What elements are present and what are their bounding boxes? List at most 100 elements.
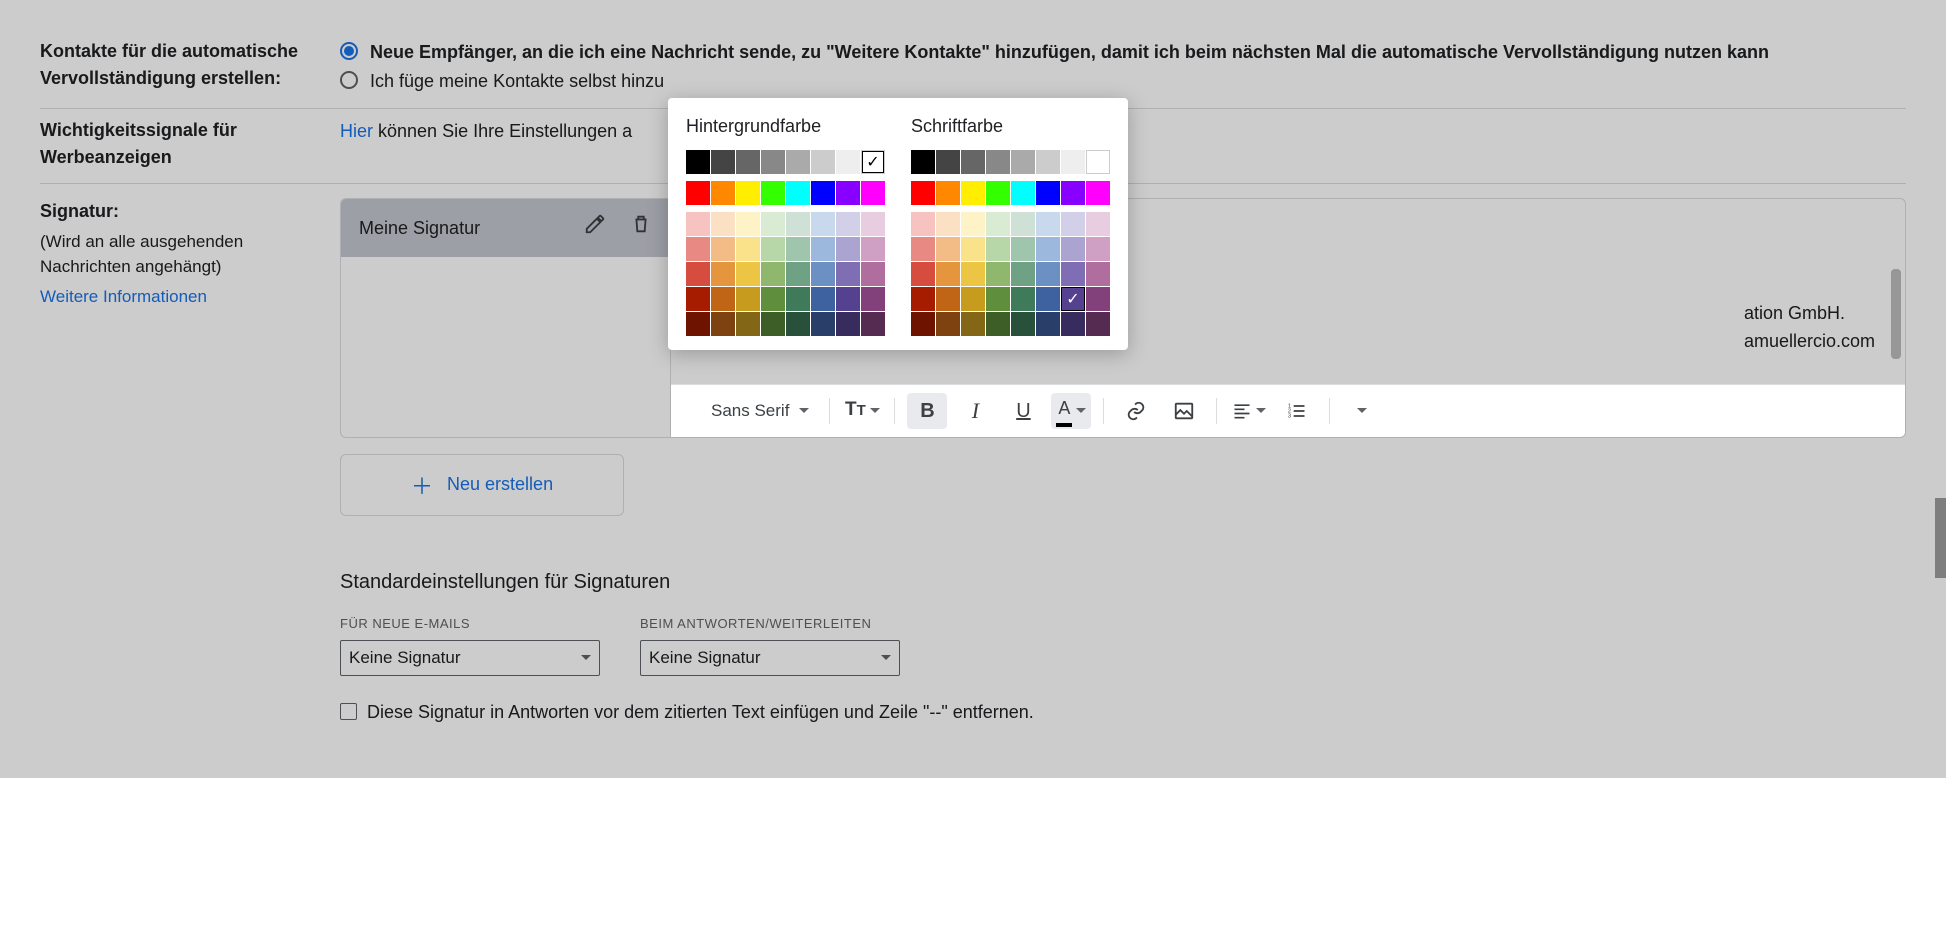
color-swatch[interactable] (811, 262, 835, 286)
color-swatch[interactable] (786, 312, 810, 336)
radio-option-manual-add[interactable]: Ich füge meine Kontakte selbst hinzu (340, 67, 1906, 96)
color-swatch[interactable] (1061, 262, 1085, 286)
color-swatch[interactable] (911, 150, 935, 174)
color-swatch[interactable] (1086, 150, 1110, 174)
color-swatch[interactable] (736, 150, 760, 174)
color-swatch[interactable] (761, 237, 785, 261)
color-swatch[interactable] (961, 212, 985, 236)
color-swatch[interactable] (811, 181, 835, 205)
color-swatch[interactable] (1061, 181, 1085, 205)
color-swatch[interactable] (686, 262, 710, 286)
color-swatch[interactable] (861, 287, 885, 311)
color-swatch[interactable] (961, 262, 985, 286)
color-swatch[interactable] (736, 181, 760, 205)
color-swatch[interactable] (786, 262, 810, 286)
color-swatch[interactable] (1011, 287, 1035, 311)
delete-icon[interactable] (630, 213, 652, 244)
color-swatch[interactable] (686, 212, 710, 236)
color-swatch[interactable] (1011, 262, 1035, 286)
color-swatch[interactable] (1061, 150, 1085, 174)
color-swatch[interactable] (986, 212, 1010, 236)
insert-before-quote-checkbox[interactable]: Diese Signatur in Antworten vor dem ziti… (340, 698, 1906, 727)
color-swatch[interactable] (861, 150, 885, 174)
font-size-button[interactable]: TT (842, 393, 882, 429)
color-swatch[interactable] (711, 181, 735, 205)
color-swatch[interactable] (861, 181, 885, 205)
create-signature-button[interactable]: ＋ Neu erstellen (340, 454, 624, 516)
color-swatch[interactable] (836, 212, 860, 236)
color-swatch[interactable] (1011, 212, 1035, 236)
color-swatch[interactable] (686, 287, 710, 311)
reply-select[interactable]: Keine Signatur (640, 640, 900, 675)
color-swatch[interactable] (1011, 312, 1035, 336)
color-swatch[interactable] (836, 181, 860, 205)
color-swatch[interactable] (936, 287, 960, 311)
color-swatch[interactable] (1036, 150, 1060, 174)
color-swatch[interactable] (836, 237, 860, 261)
color-swatch[interactable] (936, 237, 960, 261)
color-swatch[interactable] (786, 181, 810, 205)
text-color-button[interactable]: A (1051, 393, 1091, 429)
signature-item[interactable]: Meine Signatur (341, 199, 670, 258)
color-swatch[interactable] (711, 287, 735, 311)
color-swatch[interactable] (936, 181, 960, 205)
color-swatch[interactable] (761, 287, 785, 311)
insert-image-button[interactable] (1164, 393, 1204, 429)
color-swatch[interactable] (936, 262, 960, 286)
color-swatch[interactable] (1036, 287, 1060, 311)
color-swatch[interactable] (786, 150, 810, 174)
color-swatch[interactable] (1011, 237, 1035, 261)
color-swatch[interactable] (1061, 312, 1085, 336)
more-info-link[interactable]: Weitere Informationen (40, 284, 207, 310)
underline-button[interactable]: U (1003, 393, 1043, 429)
color-swatch[interactable] (986, 262, 1010, 286)
color-swatch[interactable] (711, 237, 735, 261)
scrollbar-thumb[interactable] (1891, 269, 1901, 359)
color-swatch[interactable] (911, 312, 935, 336)
color-swatch[interactable] (761, 262, 785, 286)
color-swatch[interactable] (986, 150, 1010, 174)
color-swatch[interactable] (1061, 287, 1085, 311)
color-swatch[interactable] (1036, 262, 1060, 286)
radio-option-auto-add[interactable]: Neue Empfänger, an die ich eine Nachrich… (340, 38, 1906, 67)
color-swatch[interactable] (761, 212, 785, 236)
color-swatch[interactable] (786, 237, 810, 261)
color-swatch[interactable] (686, 237, 710, 261)
color-swatch[interactable] (1011, 181, 1035, 205)
color-swatch[interactable] (1036, 212, 1060, 236)
color-swatch[interactable] (1036, 237, 1060, 261)
color-swatch[interactable] (1061, 212, 1085, 236)
color-swatch[interactable] (961, 237, 985, 261)
bold-button[interactable]: B (907, 393, 947, 429)
color-swatch[interactable] (986, 287, 1010, 311)
color-swatch[interactable] (961, 287, 985, 311)
color-swatch[interactable] (686, 181, 710, 205)
color-swatch[interactable] (686, 150, 710, 174)
color-swatch[interactable] (736, 287, 760, 311)
color-swatch[interactable] (811, 150, 835, 174)
color-swatch[interactable] (711, 212, 735, 236)
color-swatch[interactable] (911, 181, 935, 205)
numbered-list-button[interactable]: 123 (1277, 393, 1317, 429)
color-swatch[interactable] (711, 312, 735, 336)
color-swatch[interactable] (786, 287, 810, 311)
color-swatch[interactable] (961, 150, 985, 174)
color-swatch[interactable] (986, 237, 1010, 261)
color-swatch[interactable] (936, 312, 960, 336)
color-swatch[interactable] (861, 237, 885, 261)
color-swatch[interactable] (1086, 237, 1110, 261)
align-button[interactable] (1229, 393, 1269, 429)
edit-icon[interactable] (584, 213, 606, 244)
color-swatch[interactable] (811, 287, 835, 311)
color-swatch[interactable] (861, 212, 885, 236)
color-swatch[interactable] (786, 212, 810, 236)
color-swatch[interactable] (1086, 287, 1110, 311)
color-swatch[interactable] (1086, 312, 1110, 336)
color-swatch[interactable] (811, 312, 835, 336)
color-swatch[interactable] (961, 312, 985, 336)
color-swatch[interactable] (736, 312, 760, 336)
color-swatch[interactable] (811, 237, 835, 261)
color-swatch[interactable] (911, 287, 935, 311)
color-swatch[interactable] (911, 212, 935, 236)
color-swatch[interactable] (711, 150, 735, 174)
